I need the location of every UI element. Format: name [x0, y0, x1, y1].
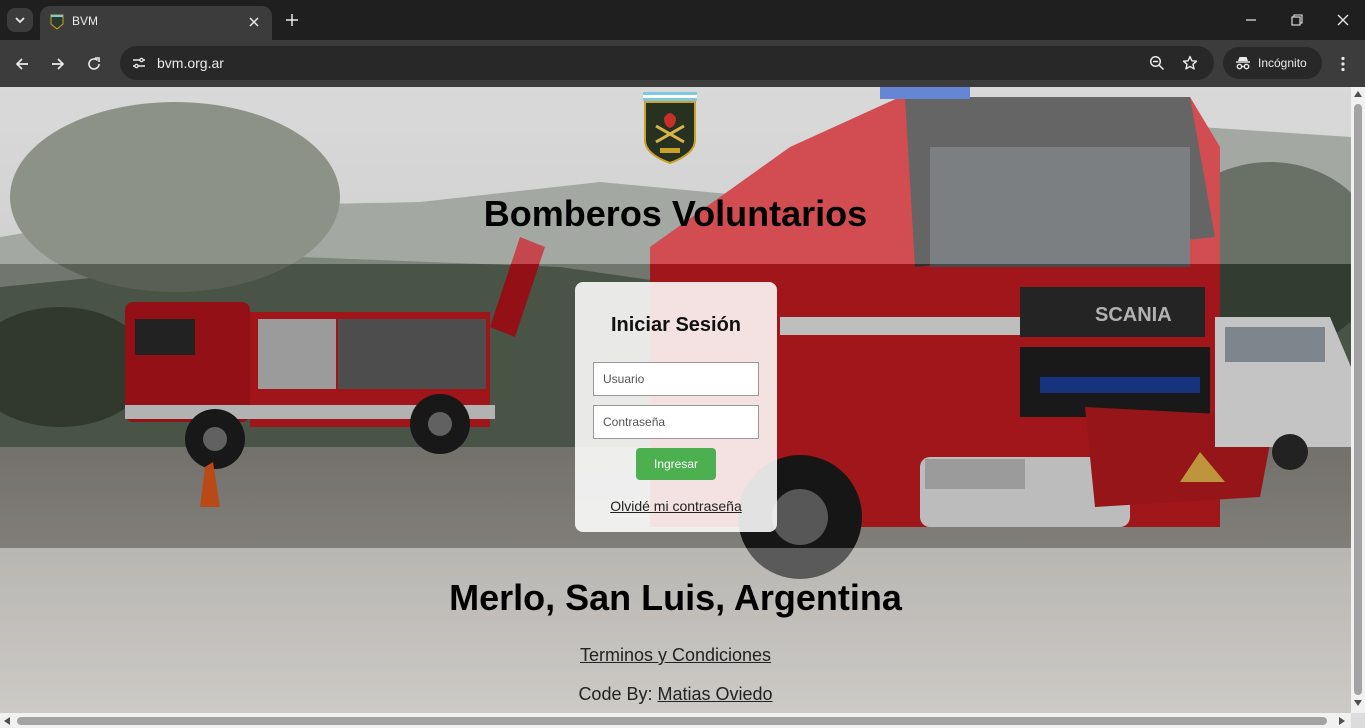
star-icon	[1182, 55, 1198, 70]
login-heading: Iniciar Sesión	[610, 314, 742, 336]
zoom-button[interactable]	[1145, 51, 1169, 75]
credit-prefix: Code By:	[578, 684, 658, 704]
page-viewport: SCANIA Bomberos Volunta	[0, 87, 1351, 713]
bookmark-button[interactable]	[1178, 51, 1202, 75]
author-link[interactable]: Matias Oviedo	[657, 684, 772, 704]
scroll-up-icon[interactable]	[1354, 91, 1362, 97]
tune-icon	[133, 57, 145, 69]
close-icon	[249, 17, 259, 27]
scroll-left-icon[interactable]	[4, 717, 10, 725]
chevron-down-icon	[15, 17, 25, 24]
incognito-label: Incógnito	[1258, 56, 1307, 70]
reload-button[interactable]	[80, 50, 108, 78]
scroll-down-icon[interactable]	[1354, 700, 1362, 706]
address-bar[interactable]: bvm.org.ar	[120, 46, 1214, 80]
minimize-button[interactable]	[1237, 6, 1265, 34]
arrow-left-icon	[15, 58, 28, 70]
tab-title: BVM	[72, 14, 99, 28]
tab-search-button[interactable]	[7, 8, 33, 32]
tab-strip: BVM	[0, 0, 1365, 40]
close-icon	[1337, 14, 1349, 26]
scrollbar-corner	[1351, 713, 1365, 728]
favicon-icon	[50, 14, 64, 30]
incognito-icon	[1236, 57, 1250, 70]
restore-button[interactable]	[1283, 6, 1311, 34]
scroll-right-icon[interactable]	[1339, 717, 1345, 725]
credit-line: Code By: Matias Oviedo	[0, 684, 1351, 705]
browser-toolbar: bvm.org.ar Incógnito	[0, 40, 1365, 87]
location-heading: Merlo, San Luis, Argentina	[449, 577, 902, 618]
vertical-scrollbar[interactable]	[1351, 87, 1365, 713]
new-tab-button[interactable]	[281, 9, 303, 31]
browser-tab[interactable]: BVM	[40, 6, 272, 40]
terms-container: Terminos y Condiciones	[0, 645, 1351, 666]
login-card: Iniciar Sesión Ingresar Olvidé mi contra…	[575, 282, 777, 532]
plus-icon	[286, 14, 298, 26]
incognito-indicator[interactable]: Incógnito	[1223, 47, 1322, 79]
site-title: Bomberos Voluntarios	[483, 193, 868, 234]
url-text: bvm.org.ar	[157, 55, 224, 71]
bvm-logo	[643, 92, 697, 164]
restore-icon	[1291, 14, 1303, 26]
close-window-button[interactable]	[1329, 6, 1357, 34]
forgot-password-link[interactable]: Olvidé mi contraseña	[575, 498, 777, 514]
minimize-icon	[1246, 19, 1256, 21]
username-input[interactable]	[593, 362, 759, 396]
horizontal-scroll-thumb[interactable]	[17, 717, 1327, 725]
terms-link[interactable]: Terminos y Condiciones	[580, 645, 771, 665]
site-info-button[interactable]	[127, 51, 151, 75]
tab-close-button[interactable]	[244, 12, 264, 32]
horizontal-scrollbar[interactable]	[0, 713, 1351, 728]
reload-icon	[88, 57, 100, 70]
arrow-right-icon	[52, 58, 65, 70]
forward-button[interactable]	[44, 50, 72, 78]
back-button[interactable]	[8, 50, 36, 78]
login-button[interactable]: Ingresar	[636, 448, 716, 480]
more-vert-icon	[1341, 56, 1345, 72]
password-input[interactable]	[593, 405, 759, 439]
zoom-out-icon	[1149, 55, 1165, 71]
vertical-scroll-thumb[interactable]	[1354, 104, 1362, 695]
browser-menu-button[interactable]	[1331, 50, 1355, 78]
